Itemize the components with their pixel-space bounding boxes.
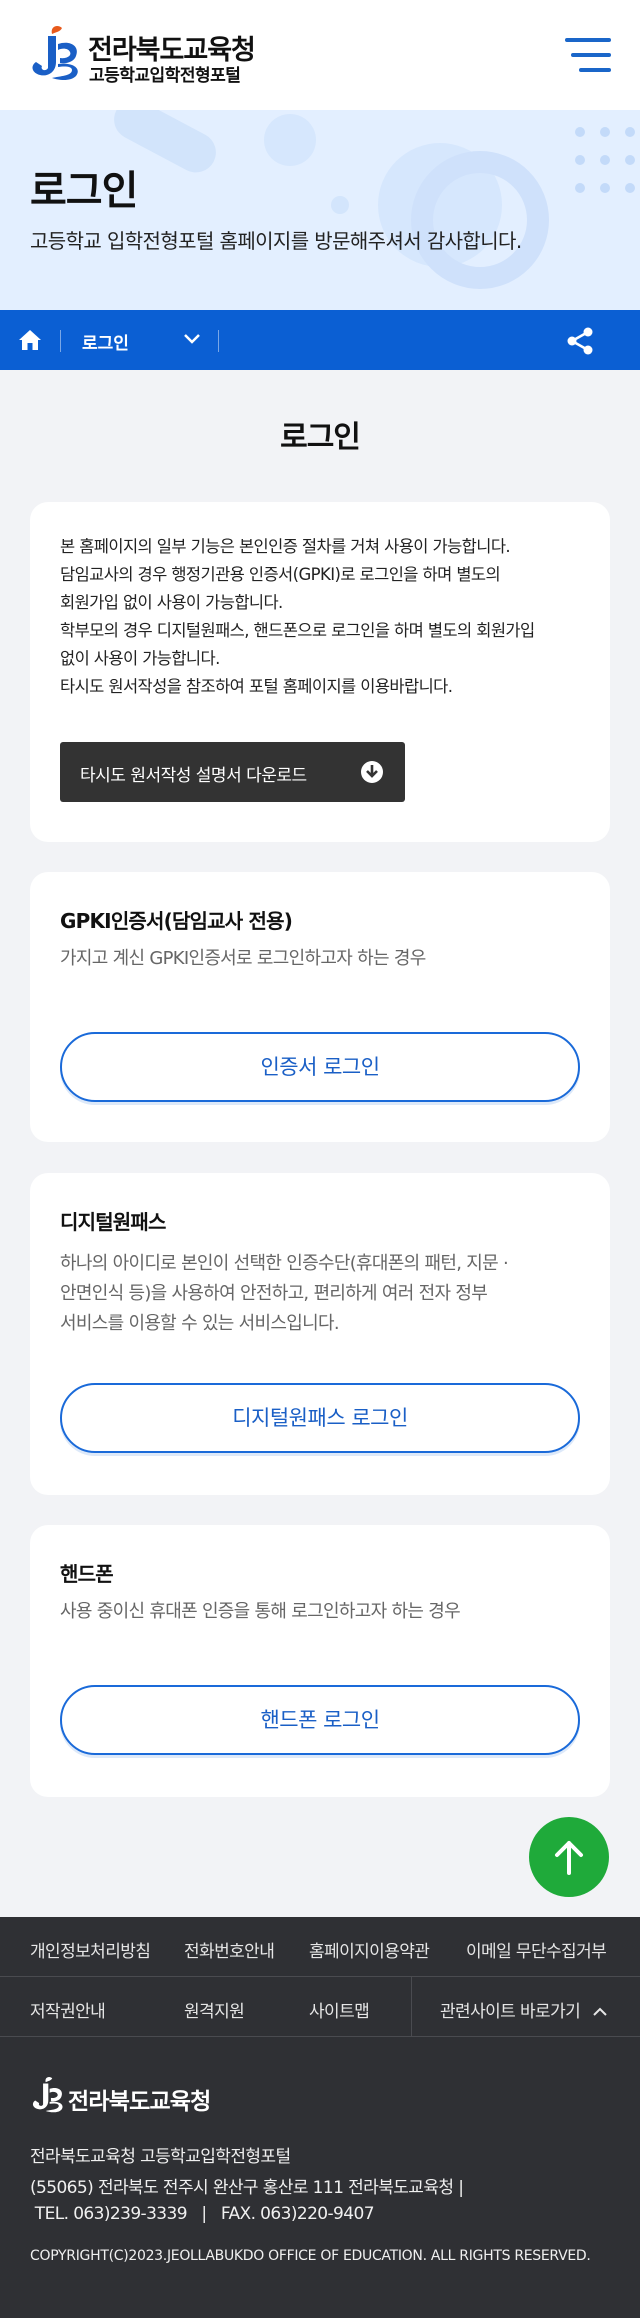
notice-line: 회원가입 없이 사용이 가능합니다. [60,593,283,612]
footer-info-line: TEL. 063)239-3339 | FAX. 063)220-9407 [30,2204,375,2224]
related-sites-toggle[interactable]: 관련사이트 바로가기 [440,1997,607,2022]
onepass-login-card: 디지털원패스 하나의 아이디로 본인이 선택한 인증수단(휴대폰의 패턴, 지문… [30,1173,610,1495]
onepass-description-line: 서비스를 이용할 수 있는 서비스입니다. [60,1313,340,1334]
gpki-title: GPKI인증서(담임교사 전용) [60,909,293,933]
onepass-description-line: 하나의 아이디로 본인이 선택한 인증수단(휴대폰의 패턴, 지문 · [60,1253,509,1274]
footer-links-row: 개인정보처리방침 전화번호안내 홈페이지이용약관 이메일 무단수집거부 [0,1917,640,1977]
notice-line: 타시도 원서작성을 참조하여 포털 홈페이지를 이용바랍니다. [60,677,453,696]
scroll-to-top-button[interactable] [529,1817,609,1897]
footer-org-name: 전라북도교육청 [68,2089,211,2115]
hero-subtitle: 고등학교 입학전형포털 홈페이지를 방문해주셔서 감사합니다. [30,229,522,253]
hero-banner: 로그인 고등학교 입학전형포털 홈페이지를 방문해주셔서 감사합니다. [0,110,640,310]
footer-copyright: COPYRIGHT(C)2023.JEOLLABUKDO OFFICE OF E… [30,2248,591,2264]
footer-link-phone[interactable]: 전화번호안내 [184,1937,275,1962]
footer-logo-icon [32,2077,63,2113]
footer-info-line: 전라북도교육청 고등학교입학전형포털 [30,2147,291,2167]
site-name[interactable]: 고등학교입학전형포털 [89,61,241,86]
breadcrumb-divider [60,330,61,352]
download-guide-button[interactable]: 타시도 원서작성 설명서 다운로드 [60,742,405,802]
notice-line: 학부모의 경우 디지털원패스, 핸드폰으로 로그인을 하며 별도의 회원가입 [60,621,535,640]
logo-icon[interactable] [28,22,80,82]
footer-info-line: (55065) 전라북도 전주시 완산구 홍산로 111 전라북도교육청 | [30,2178,464,2198]
gpki-description: 가지고 계신 GPKI인증서로 로그인하고자 하는 경우 [60,948,426,969]
notice-line: 본 홈페이지의 일부 기능은 본인인증 절차를 거쳐 사용이 가능합니다. [60,537,511,556]
hamburger-menu-icon[interactable] [565,38,611,72]
footer-divider [411,1977,412,2037]
download-guide-label: 타시도 원서작성 설명서 다운로드 [80,766,307,786]
footer-link-copyright[interactable]: 저작권안내 [30,1997,106,2022]
chevron-up-icon [593,2007,607,2016]
breadcrumb-bar: 로그인 [0,310,640,370]
page-title: 로그인 [280,420,361,455]
footer-link-remote[interactable]: 원격지원 [184,1997,245,2022]
hero-title: 로그인 [30,168,138,214]
phone-login-button[interactable]: 핸드폰 로그인 [60,1685,580,1755]
footer-links-row: 저작권안내 원격지원 사이트맵 관련사이트 바로가기 [0,1977,640,2037]
phone-title: 핸드폰 [60,1562,114,1586]
site-header: 전라북도교육청 고등학교입학전형포털 [0,0,640,110]
footer-link-email-policy[interactable]: 이메일 무단수집거부 [466,1937,607,1962]
download-icon [361,761,383,783]
footer-link-privacy[interactable]: 개인정보처리방침 [30,1937,151,1962]
breadcrumb-divider [218,330,219,352]
certificate-login-button[interactable]: 인증서 로그인 [60,1032,580,1102]
onepass-description: 하나의 아이디로 본인이 선택한 인증수단(휴대폰의 패턴, 지문 · 안면인식… [60,1249,590,1339]
footer-link-terms[interactable]: 홈페이지이용약관 [309,1937,430,1962]
chevron-down-icon[interactable] [183,332,201,346]
gpki-login-card: GPKI인증서(담임교사 전용) 가지고 계신 GPKI인증서로 로그인하고자 … [30,872,610,1142]
notice-line: 담임교사의 경우 행정기관용 인증서(GPKI)로 로그인을 하며 별도의 [60,565,501,584]
share-icon[interactable] [566,327,594,355]
breadcrumb-current[interactable]: 로그인 [82,329,129,354]
phone-login-card: 핸드폰 사용 중이신 휴대폰 인증을 통해 로그인하고자 하는 경우 핸드폰 로… [30,1525,610,1797]
phone-description: 사용 중이신 휴대폰 인증을 통해 로그인하고자 하는 경우 [60,1601,461,1622]
notice-line: 없이 사용이 가능합니다. [60,649,220,668]
notice-card: 본 홈페이지의 일부 기능은 본인인증 절차를 거쳐 사용이 가능합니다. 담임… [30,502,610,842]
onepass-title: 디지털원패스 [60,1210,166,1234]
related-sites-label: 관련사이트 바로가기 [440,2002,581,2022]
arrow-up-icon [555,1841,583,1875]
home-icon[interactable] [18,328,42,352]
onepass-login-button[interactable]: 디지털원패스 로그인 [60,1383,580,1453]
site-footer: 개인정보처리방침 전화번호안내 홈페이지이용약관 이메일 무단수집거부 저작권안… [0,1917,640,2318]
onepass-description-line: 안면인식 등)을 사용하여 안전하고, 편리하게 여러 전자 정부 [60,1283,488,1304]
footer-link-sitemap[interactable]: 사이트맵 [309,1997,370,2022]
